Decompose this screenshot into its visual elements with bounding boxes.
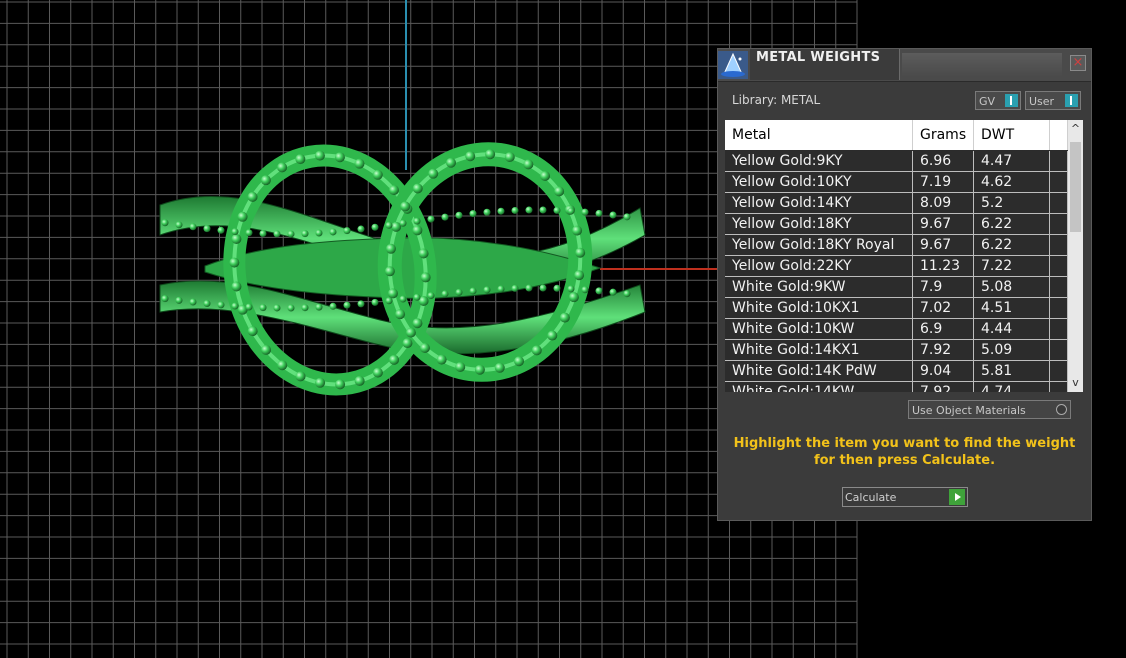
cell-metal: White Gold:14KX1 (725, 340, 913, 361)
close-icon: × (1072, 55, 1084, 70)
user-toggle[interactable]: User (1025, 91, 1081, 110)
cell-grams: 7.02 (913, 298, 974, 319)
cell-grams: 11.23 (913, 256, 974, 277)
cell-metal: White Gold:14KW (725, 382, 913, 392)
cell-metal: Yellow Gold:9KY (725, 151, 913, 172)
toggle-switch-icon (1005, 94, 1018, 107)
table-row[interactable]: White Gold:14K PdW 9.04 5.81 (725, 361, 1068, 382)
table-row[interactable]: White Gold:10KX1 7.02 4.51 (725, 298, 1068, 319)
cell-grams: 6.9 (913, 319, 974, 340)
table-row[interactable]: White Gold:14KX1 7.92 5.09 (725, 340, 1068, 361)
cell-grams: 7.9 (913, 277, 974, 298)
cell-grams: 7.92 (913, 382, 974, 392)
wizard-hat-icon (718, 51, 748, 79)
cell-grams: 8.09 (913, 193, 974, 214)
cell-blank (1050, 172, 1068, 193)
use-object-materials-toggle[interactable]: Use Object Materials (908, 400, 1071, 419)
cell-dwt: 7.22 (974, 256, 1050, 277)
close-button[interactable]: × (1070, 55, 1086, 71)
cell-dwt: 6.22 (974, 214, 1050, 235)
table-row[interactable]: Yellow Gold:10KY 7.19 4.62 (725, 172, 1068, 193)
metal-weights-panel: METAL WEIGHTS × Library: METAL GV User M… (717, 48, 1092, 521)
cell-grams: 7.19 (913, 172, 974, 193)
cell-grams: 6.96 (913, 151, 974, 172)
cell-blank (1050, 298, 1068, 319)
cell-dwt: 5.81 (974, 361, 1050, 382)
table-row[interactable]: Yellow Gold:18KY Royal 9.67 6.22 (725, 235, 1068, 256)
table-header: Metal Grams DWT (725, 120, 1068, 150)
cell-dwt: 5.09 (974, 340, 1050, 361)
table-row[interactable]: Yellow Gold:14KY 8.09 5.2 (725, 193, 1068, 214)
cell-dwt: 6.22 (974, 235, 1050, 256)
cell-blank (1050, 193, 1068, 214)
cell-dwt: 5.08 (974, 277, 1050, 298)
cell-metal: Yellow Gold:10KY (725, 172, 913, 193)
table-body: Yellow Gold:9KY 6.96 4.47 Yellow Gold:10KY 7… (725, 151, 1068, 392)
cell-blank (1050, 277, 1068, 298)
gv-toggle-label: GV (979, 95, 996, 108)
cell-metal: White Gold:14K PdW (725, 361, 913, 382)
column-header-blank (1050, 120, 1068, 150)
cell-dwt: 4.47 (974, 151, 1050, 172)
cell-blank (1050, 319, 1068, 340)
table-row[interactable]: White Gold:14KW 7.92 4.74 (725, 382, 1068, 392)
toggle-switch-icon (1065, 94, 1078, 107)
cell-metal: Yellow Gold:18KY (725, 214, 913, 235)
cell-grams: 9.67 (913, 214, 974, 235)
panel-titlebar[interactable]: METAL WEIGHTS × (718, 49, 1091, 82)
scroll-thumb[interactable] (1070, 142, 1081, 232)
calculate-button[interactable]: Calculate (842, 487, 968, 507)
column-header-dwt[interactable]: DWT (974, 120, 1050, 150)
cell-blank (1050, 214, 1068, 235)
cell-dwt: 4.74 (974, 382, 1050, 392)
cell-metal: Yellow Gold:18KY Royal (725, 235, 913, 256)
table-row[interactable]: White Gold:9KW 7.9 5.08 (725, 277, 1068, 298)
cell-metal: White Gold:10KX1 (725, 298, 913, 319)
cell-grams: 7.92 (913, 340, 974, 361)
cell-dwt: 4.62 (974, 172, 1050, 193)
panel-title-tab: METAL WEIGHTS (750, 49, 900, 80)
cell-blank (1050, 235, 1068, 256)
cell-blank (1050, 361, 1068, 382)
panel-title: METAL WEIGHTS (756, 50, 881, 65)
cell-dwt: 4.51 (974, 298, 1050, 319)
cell-metal: Yellow Gold:14KY (725, 193, 913, 214)
cell-metal: White Gold:10KW (725, 319, 913, 340)
column-header-metal[interactable]: Metal (725, 120, 913, 150)
radio-icon (1056, 404, 1067, 415)
knot-ring-model (159, 142, 646, 396)
table-row[interactable]: Yellow Gold:9KY 6.96 4.47 (725, 151, 1068, 172)
cell-blank (1050, 256, 1068, 277)
library-label: Library: METAL (732, 93, 821, 107)
column-header-grams[interactable]: Grams (913, 120, 974, 150)
table-row[interactable]: Yellow Gold:18KY 9.67 6.22 (725, 214, 1068, 235)
cell-blank (1050, 151, 1068, 172)
gv-toggle[interactable]: GV (975, 91, 1021, 110)
cell-dwt: 4.44 (974, 319, 1050, 340)
use-object-materials-label: Use Object Materials (912, 404, 1026, 417)
metal-table[interactable]: Metal Grams DWT Yellow Gold:9KY 6.96 4.47 Y… (725, 120, 1083, 392)
scroll-up-icon[interactable]: ^ (1068, 120, 1083, 138)
instruction-text: Highlight the item you want to find the … (733, 436, 1076, 468)
calculate-label: Calculate (845, 491, 897, 504)
scroll-down-icon[interactable]: v (1068, 374, 1083, 392)
cell-dwt: 5.2 (974, 193, 1050, 214)
cell-metal: White Gold:9KW (725, 277, 913, 298)
play-arrow-icon (949, 489, 965, 505)
cell-blank (1050, 340, 1068, 361)
user-toggle-label: User (1029, 95, 1055, 108)
cell-grams: 9.67 (913, 235, 974, 256)
table-row[interactable]: Yellow Gold:22KY 11.23 7.22 (725, 256, 1068, 277)
titlebar-filler (902, 53, 1062, 77)
table-row[interactable]: White Gold:10KW 6.9 4.44 (725, 319, 1068, 340)
table-scrollbar[interactable]: ^ v (1068, 120, 1083, 392)
cell-blank (1050, 382, 1068, 392)
cell-metal: Yellow Gold:22KY (725, 256, 913, 277)
cell-grams: 9.04 (913, 361, 974, 382)
